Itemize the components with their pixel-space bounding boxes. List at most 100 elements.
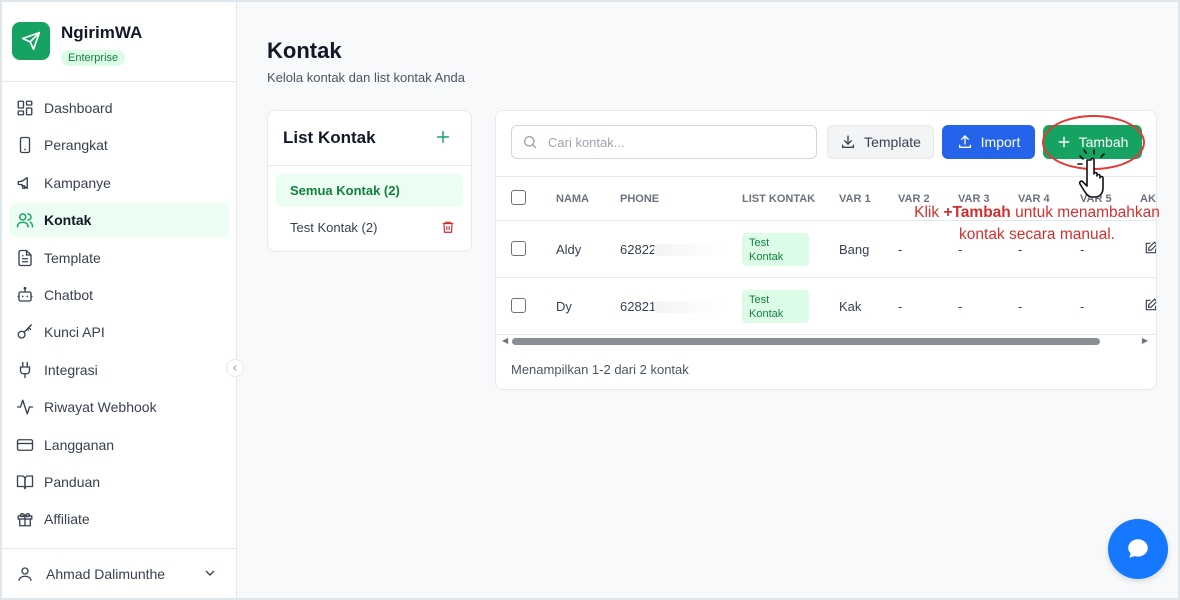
sidebar: NgirimWA Enterprise Dashboard Perangkat … xyxy=(2,2,237,598)
plus-icon[interactable] xyxy=(435,129,451,145)
dashboard-icon xyxy=(17,100,33,116)
sidebar-item-label: Template xyxy=(44,249,101,266)
horizontal-scrollbar[interactable]: ◀ ▶ xyxy=(500,335,1154,347)
search-icon xyxy=(524,136,537,149)
sidebar-item-label: Riwayat Webhook xyxy=(44,399,157,416)
column-header: PHONE xyxy=(620,193,660,205)
sidebar-item-riwayat-webhook[interactable]: Riwayat Webhook xyxy=(9,390,229,424)
page-subtitle: Kelola kontak dan list kontak Anda xyxy=(267,70,466,85)
smartphone-icon xyxy=(19,137,31,154)
list-tag: Test Kontak xyxy=(742,290,809,323)
sidebar-item-kontak[interactable]: Kontak xyxy=(9,203,229,238)
sidebar-item-label: Chatbot xyxy=(44,286,94,303)
users-icon xyxy=(16,213,34,228)
column-header: LIST KONTAK xyxy=(742,193,816,205)
plug-icon xyxy=(19,361,31,378)
megaphone-icon xyxy=(17,176,28,189)
sidebar-item-affiliate[interactable]: Affiliate xyxy=(9,502,229,536)
sidebar-item-label: Kunci API xyxy=(44,324,105,341)
cell-phone: 62821 xyxy=(620,299,657,314)
cell-nama: Aldy xyxy=(556,242,582,257)
list-item-semua-kontak[interactable]: Semua Kontak (2) xyxy=(276,174,463,207)
list-item-label: Test Kontak (2) xyxy=(290,220,378,235)
sidebar-item-label: Kontak xyxy=(44,212,92,229)
gift-icon xyxy=(17,513,33,527)
page-title: Kontak xyxy=(267,38,342,63)
chat-bubble-icon xyxy=(1128,539,1148,558)
trash-icon[interactable] xyxy=(441,220,455,234)
template-button[interactable]: Template xyxy=(827,125,934,159)
row-checkbox[interactable] xyxy=(511,241,526,256)
cell-var5: - xyxy=(1080,299,1085,314)
template-button-label: Template xyxy=(864,134,921,150)
select-all-checkbox[interactable] xyxy=(511,190,526,205)
list-item-label: Semua Kontak (2) xyxy=(290,183,400,198)
sidebar-item-label: Integrasi xyxy=(44,361,98,378)
phone-redaction xyxy=(654,301,724,313)
column-header: VAR 1 xyxy=(839,193,871,205)
sidebar-item-langganan[interactable]: Langganan xyxy=(9,428,229,462)
hand-pointer-icon xyxy=(1077,149,1105,198)
sidebar-nav: Dashboard Perangkat Kampanye Kontak Temp… xyxy=(2,82,236,536)
user-name: Ahmad Dalimunthe xyxy=(46,565,166,582)
file-text-icon xyxy=(18,249,32,266)
sidebar-item-dashboard[interactable]: Dashboard xyxy=(9,91,229,125)
chevron-left-icon xyxy=(233,365,237,371)
credit-card-icon xyxy=(16,438,34,451)
bot-icon xyxy=(17,286,33,302)
cell-phone: 62822 xyxy=(620,242,657,257)
pagination-info: Menampilkan 1-2 dari 2 kontak xyxy=(511,362,689,377)
cell-var1: Bang xyxy=(839,242,870,257)
cell-var1: Kak xyxy=(839,299,862,314)
cell-var3: - xyxy=(958,299,963,314)
cell-var2: - xyxy=(898,299,903,314)
sidebar-item-label: Perangkat xyxy=(44,137,108,154)
list-kontak-card: List Kontak Semua Kontak (2) Test Kontak… xyxy=(267,110,472,252)
list-kontak-header: List Kontak xyxy=(268,111,471,166)
brand-name: NgirimWA xyxy=(61,23,143,42)
sidebar-item-chatbot[interactable]: Chatbot xyxy=(9,278,229,312)
chat-widget-button[interactable] xyxy=(1108,519,1168,579)
scroll-left-arrow-icon[interactable]: ◀ xyxy=(502,336,508,345)
key-icon xyxy=(17,324,33,340)
sidebar-item-label: Panduan xyxy=(44,473,101,490)
row-checkbox[interactable] xyxy=(511,298,526,313)
list-kontak-title: List Kontak xyxy=(283,128,376,147)
plan-badge: Enterprise xyxy=(61,50,126,66)
user-icon xyxy=(18,566,32,581)
sidebar-item-perangkat[interactable]: Perangkat xyxy=(9,128,229,162)
phone-redaction xyxy=(654,244,724,256)
sidebar-item-integrasi[interactable]: Integrasi xyxy=(9,353,229,387)
list-tag: Test Kontak xyxy=(742,233,809,266)
sidebar-item-label: Affiliate xyxy=(44,511,90,528)
import-button[interactable]: Import xyxy=(942,125,1035,159)
list-item-test-kontak[interactable]: Test Kontak (2) xyxy=(276,211,463,244)
user-menu[interactable]: Ahmad Dalimunthe xyxy=(2,548,236,598)
search-input[interactable] xyxy=(548,134,788,150)
paper-plane-icon xyxy=(12,22,50,60)
sidebar-item-template[interactable]: Template xyxy=(9,241,229,275)
edit-icon[interactable] xyxy=(1144,298,1157,312)
sidebar-item-label: Langganan xyxy=(44,436,115,453)
book-open-icon xyxy=(16,475,34,490)
tutorial-annotation: Klik +Tambah untuk menambahkan kontak se… xyxy=(914,204,1160,243)
column-header: NAMA xyxy=(556,193,589,205)
cell-var4: - xyxy=(1018,299,1023,314)
table-row: Dy 62821 Test Kontak Kak - - - - xyxy=(496,278,1157,335)
brand: NgirimWA Enterprise xyxy=(2,2,236,82)
sidebar-item-label: Kampanye xyxy=(44,174,111,191)
activity-icon xyxy=(16,399,34,415)
chevron-down-icon xyxy=(205,570,215,576)
scroll-right-arrow-icon[interactable]: ▶ xyxy=(1142,336,1148,345)
sidebar-collapse-button[interactable] xyxy=(226,359,244,377)
scrollbar-thumb[interactable] xyxy=(512,338,1100,345)
search-box[interactable] xyxy=(511,125,817,159)
sidebar-item-label: Dashboard xyxy=(44,100,113,116)
cell-nama: Dy xyxy=(556,299,572,314)
sidebar-item-kampanye[interactable]: Kampanye xyxy=(9,166,229,200)
sidebar-item-panduan[interactable]: Panduan xyxy=(9,465,229,499)
upload-icon xyxy=(958,135,971,148)
download-icon xyxy=(842,135,855,148)
sidebar-item-kunci-api[interactable]: Kunci API xyxy=(9,315,229,349)
import-button-label: Import xyxy=(980,134,1021,150)
